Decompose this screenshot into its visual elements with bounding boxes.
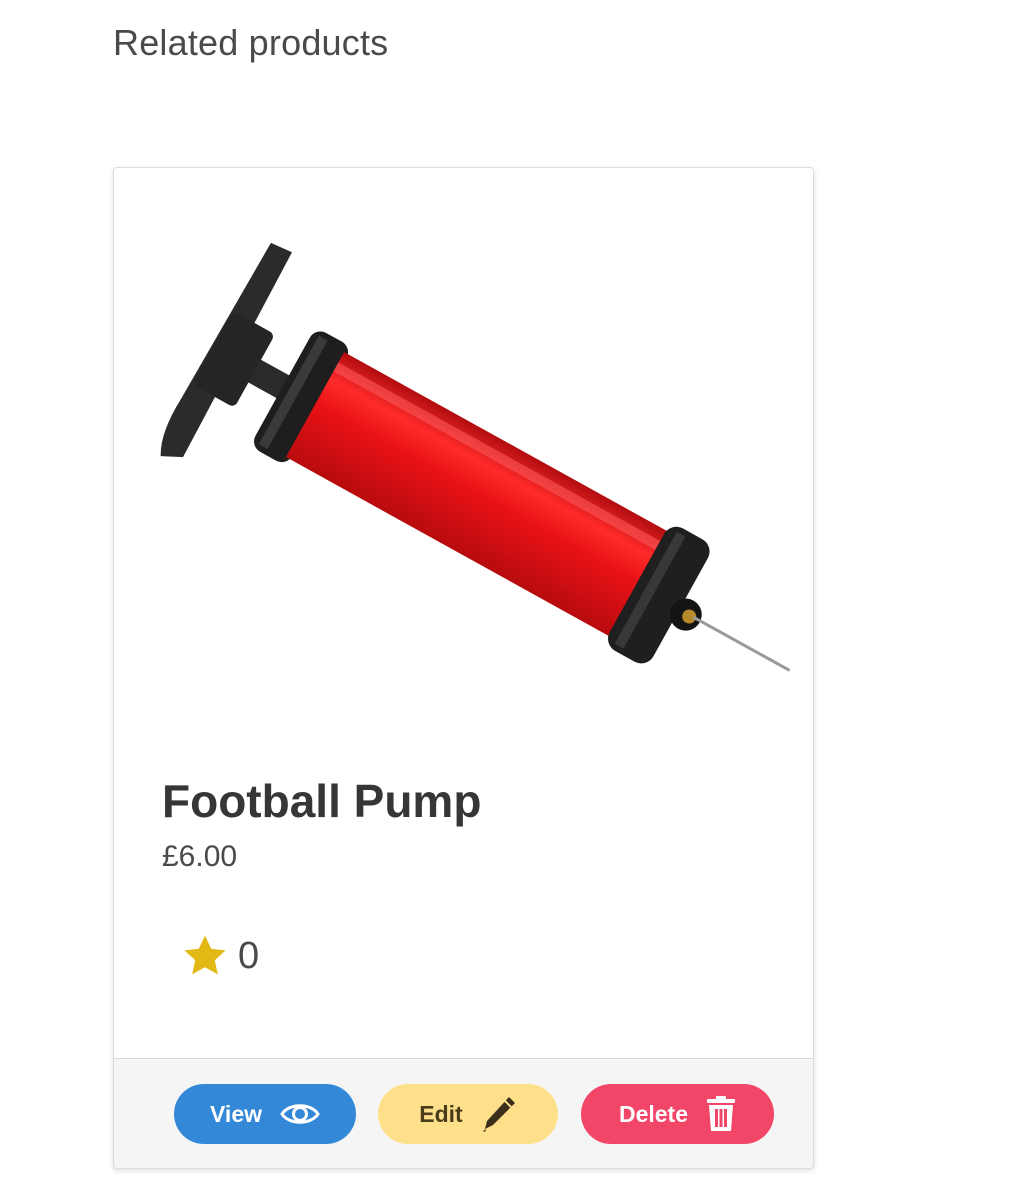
section-title: Related products bbox=[113, 22, 389, 63]
product-name: Football Pump bbox=[162, 775, 482, 827]
delete-button-label: Delete bbox=[618, 1100, 689, 1127]
star-icon bbox=[184, 935, 226, 975]
eye-icon bbox=[280, 1104, 320, 1124]
card-footer: View Edit Delete bbox=[114, 1058, 813, 1168]
pen-icon bbox=[482, 1097, 515, 1132]
trash-icon bbox=[707, 1096, 736, 1131]
delete-button[interactable]: Delete bbox=[581, 1084, 774, 1144]
product-card: Football Pump £6.00 0 View Edit Delete bbox=[113, 167, 814, 1169]
edit-button[interactable]: Edit bbox=[378, 1084, 558, 1144]
rating-count: 0 bbox=[238, 934, 260, 977]
product-price: £6.00 bbox=[162, 840, 238, 873]
edit-button-label: Edit bbox=[419, 1100, 463, 1127]
view-button[interactable]: View bbox=[174, 1084, 356, 1144]
product-image bbox=[160, 242, 791, 672]
rating: 0 bbox=[180, 932, 259, 980]
view-button-label: View bbox=[210, 1100, 262, 1127]
